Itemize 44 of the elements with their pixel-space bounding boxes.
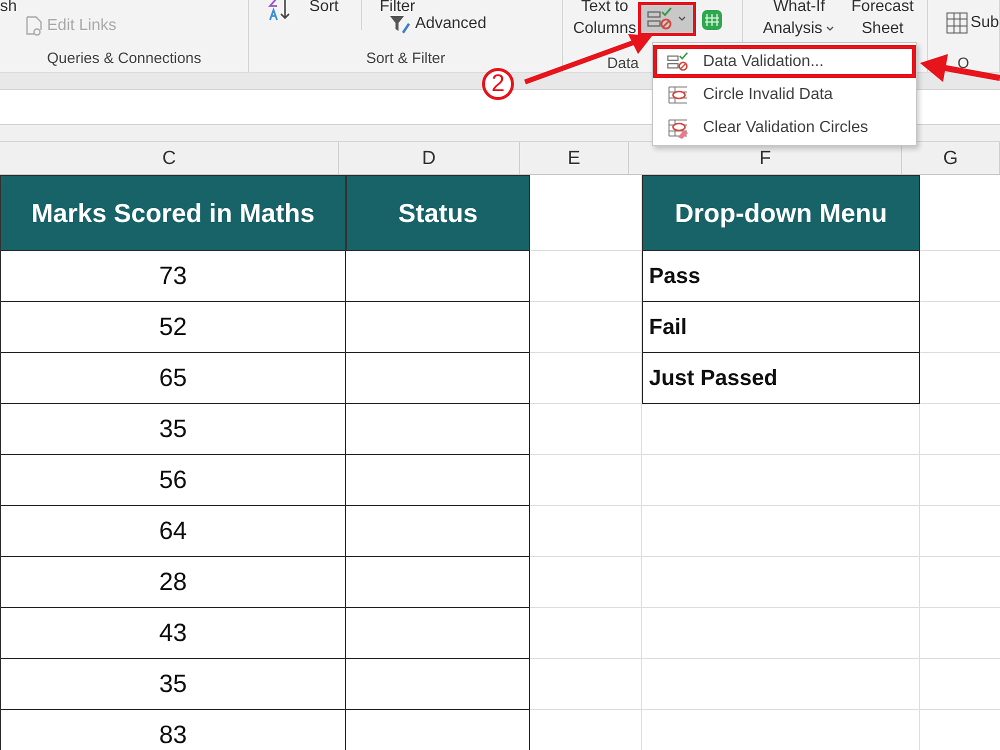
table-cell: 35 <box>0 404 346 455</box>
column-header[interactable]: G <box>943 148 958 170</box>
group-label: Queries & Connections <box>47 50 202 67</box>
table-cell: 28 <box>0 557 346 608</box>
spreadsheet-icon[interactable] <box>700 8 724 32</box>
column-header[interactable]: E <box>568 148 580 170</box>
funnel-icon <box>389 14 412 34</box>
table-cell: Just Passed <box>642 353 920 404</box>
table-cell: 73 <box>0 251 346 302</box>
table-cell: 83 <box>0 710 346 750</box>
circled-grid-icon <box>667 84 689 106</box>
table-cell: Pass <box>642 251 920 302</box>
validation-icon <box>647 7 674 31</box>
table-cell: 65 <box>0 353 346 404</box>
table-cell: 52 <box>0 302 346 353</box>
group-label: Sort & Filter <box>366 50 446 67</box>
group-label: Data <box>607 55 639 72</box>
column-header[interactable]: D <box>422 148 436 170</box>
caret-icon <box>825 25 836 33</box>
table-cell: 43 <box>0 608 346 659</box>
caret-icon <box>677 15 688 23</box>
menu-item[interactable]: Circle Invalid Data <box>653 78 916 111</box>
validation-icon <box>667 50 689 72</box>
data-validation-button[interactable] <box>638 2 696 36</box>
grid-icon <box>946 12 968 34</box>
column-header[interactable]: C <box>162 148 176 170</box>
header-cell: Drop-down Menu <box>642 175 920 251</box>
header-cell: Marks Scored in Maths <box>0 175 346 251</box>
eraser-grid-icon <box>667 116 689 138</box>
table-cell: 35 <box>0 659 346 710</box>
advanced-button[interactable]: Advanced <box>389 14 486 34</box>
subtotal-button[interactable]: Sub <box>946 12 1000 34</box>
forecast-sheet-button[interactable]: Forecast Sheet <box>851 0 914 46</box>
text-to-columns-button[interactable]: Text to Columns <box>573 0 636 40</box>
link-document-icon <box>25 16 43 36</box>
menu-item[interactable]: Data Validation... <box>653 45 916 78</box>
table-cell: 56 <box>0 455 346 506</box>
table-cell: Fail <box>642 302 920 353</box>
sort-button[interactable]: Sort <box>309 0 339 16</box>
menu-item[interactable]: Clear Validation Circles <box>653 111 916 144</box>
column-header[interactable]: F <box>759 148 771 170</box>
table-cell: 64 <box>0 506 346 557</box>
header-cell: Status <box>346 175 530 251</box>
group-label: O <box>957 55 970 72</box>
